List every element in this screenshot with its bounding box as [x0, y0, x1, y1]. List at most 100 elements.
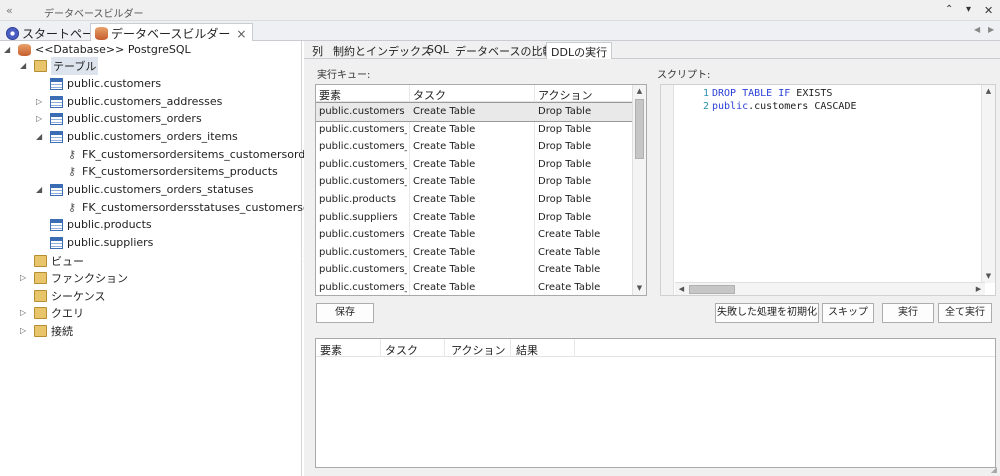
column-header-action[interactable]: アクション — [538, 87, 592, 103]
skip-button[interactable]: スキップ — [822, 303, 874, 323]
tab-execute-ddl[interactable]: DDLの実行 — [546, 42, 613, 59]
queue-cell-task: Create Table — [413, 264, 476, 276]
tree-folder-queries[interactable]: ▷ クエリ — [20, 304, 84, 321]
tree-folder-tables[interactable]: ◢ テーブル — [20, 56, 99, 75]
queue-cell-element: public.customers_... — [319, 176, 407, 188]
queue-row[interactable]: public.customers_... Create Table Create T… — [316, 279, 634, 295]
window-title: データベースビルダー — [44, 9, 144, 20]
queue-cell-task: Create Table — [413, 158, 476, 170]
scroll-thumb[interactable] — [635, 99, 644, 159]
queue-cell-action: Create Table — [538, 264, 601, 276]
tree-item-table[interactable]: public.products — [50, 216, 152, 233]
scroll-up-icon[interactable]: ▲ — [633, 85, 646, 98]
tree-folder-connections[interactable]: ▷ 接続 — [20, 322, 73, 339]
scroll-tabs-right-icon[interactable]: ▶ — [988, 25, 994, 34]
tree-item-label: public.customers_orders_statuses — [67, 183, 254, 196]
dropdown-icon[interactable]: ▾ — [966, 4, 971, 15]
column-header-element[interactable]: 要素 — [319, 87, 341, 103]
queue-row[interactable]: public.customers_... Create Table Drop Tab… — [316, 138, 634, 156]
queue-row[interactable]: public.customers_... Create Table Drop Tab… — [316, 121, 634, 139]
tab-columns[interactable]: 列 — [308, 42, 327, 59]
queue-row[interactable]: public.products Create Table Drop Table — [316, 191, 634, 209]
execute-all-button[interactable]: 全て実行 — [938, 303, 992, 323]
scroll-right-icon[interactable]: ▶ — [972, 283, 985, 295]
queue-vertical-scrollbar[interactable]: ▲ ▼ — [632, 85, 646, 295]
tree-folder-sequences[interactable]: シーケンス — [34, 287, 105, 304]
tree-item-table[interactable]: public.suppliers — [50, 234, 153, 251]
execute-button[interactable]: 実行 — [882, 303, 934, 323]
scroll-thumb[interactable] — [689, 285, 735, 294]
tree-item-table[interactable]: ◢ public.customers_orders_items — [36, 128, 238, 145]
tree-item-foreign-key[interactable]: ⚷ FK_customersordersitems_customersorder… — [66, 146, 322, 163]
save-button[interactable]: 保存 — [316, 303, 374, 323]
collapse-arrow-icon[interactable]: ◢ — [36, 128, 46, 145]
queue-cell-action: Drop Table — [538, 194, 592, 205]
queue-row[interactable]: public.customers_... Create Table Create T… — [316, 244, 634, 262]
queue-cell-task: Create Table — [413, 211, 476, 223]
queue-grid-header: 要素 タスク アクション — [316, 85, 634, 102]
column-header-action[interactable]: アクション — [451, 342, 505, 358]
queue-cell-action: Create Table — [538, 229, 601, 241]
queue-row[interactable]: public.customers_... Create Table Drop Tab… — [316, 173, 634, 191]
table-icon — [50, 95, 63, 108]
queue-row[interactable]: public.customers Create Table Drop Table — [316, 102, 635, 122]
tab-database-builder[interactable]: データベースビルダー × — [90, 23, 254, 41]
tab-database-compare[interactable]: データベースの比較 — [451, 42, 557, 59]
queue-row[interactable]: public.suppliers Create Table Drop Table — [316, 209, 634, 227]
queue-cell-action: Drop Table — [538, 123, 592, 135]
tree-folder-views[interactable]: ビュー — [34, 252, 84, 269]
collapse-panel-icon[interactable]: « — [6, 4, 13, 17]
tree-folder-label: ビュー — [51, 254, 84, 268]
expand-arrow-icon[interactable]: ▷ — [20, 304, 30, 321]
column-header-result[interactable]: 結果 — [516, 342, 538, 358]
scroll-down-icon[interactable]: ▼ — [633, 282, 646, 295]
code-keyword: public — [712, 101, 749, 112]
close-window-icon[interactable]: ✕ — [984, 4, 993, 17]
results-grid[interactable]: 要素 タスク アクション 結果 — [315, 338, 996, 468]
tree-root[interactable]: ◢ <<Database>> PostgreSQL — [4, 41, 191, 58]
queue-cell-task: Create Table — [413, 123, 476, 135]
column-header-element[interactable]: 要素 — [320, 342, 342, 358]
expand-arrow-icon[interactable]: ▷ — [20, 322, 30, 339]
tree-item-table[interactable]: ◢ public.customers_orders_statuses — [36, 181, 254, 198]
script-horizontal-scrollbar[interactable]: ◀ ▶ — [675, 282, 985, 295]
close-tab-icon[interactable]: × — [236, 27, 246, 41]
script-vertical-scrollbar[interactable]: ▲ ▼ — [981, 85, 995, 283]
collapse-arrow-icon[interactable]: ◢ — [36, 181, 46, 198]
tree-folder-functions[interactable]: ▷ ファンクション — [20, 269, 128, 286]
queue-row[interactable]: public.customers_... Create Table Create T… — [316, 261, 634, 279]
resize-grip-icon[interactable]: ◢ — [991, 465, 997, 474]
expand-arrow-icon[interactable]: ▷ — [36, 93, 46, 110]
column-header-task[interactable]: タスク — [385, 342, 418, 358]
restore-icon[interactable]: ⌃ — [945, 4, 953, 15]
tree-item-label: public.products — [67, 218, 152, 231]
collapse-arrow-icon[interactable]: ◢ — [20, 57, 30, 74]
column-header-task[interactable]: タスク — [413, 87, 446, 103]
folder-icon — [34, 271, 47, 284]
queue-cell-task: Create Table — [413, 282, 476, 293]
queue-row[interactable]: public.customers Create Table Create Table — [316, 226, 634, 244]
tree-item-foreign-key[interactable]: ⚷ FK_customersordersitems_products — [66, 163, 278, 180]
builder-sub-tabs: 列 制約とインデックス SQL データベースの比較 DDLの実行 — [304, 41, 1000, 59]
table-icon — [50, 218, 63, 231]
scroll-up-icon[interactable]: ▲ — [982, 85, 995, 98]
tree-folder-label: クエリ — [51, 306, 84, 320]
tree-folder-label: シーケンス — [51, 289, 106, 303]
table-icon — [50, 112, 63, 125]
script-editor[interactable]: 1 DROP TABLE IF EXISTS 2 public.customers … — [660, 84, 996, 296]
expand-arrow-icon[interactable]: ▷ — [20, 269, 30, 286]
tab-sql[interactable]: SQL — [423, 42, 453, 59]
queue-row[interactable]: public.customers_... Create Table Drop Tab… — [316, 156, 634, 174]
scroll-left-icon[interactable]: ◀ — [675, 283, 688, 295]
collapse-arrow-icon[interactable]: ◢ — [4, 41, 14, 58]
tree-item-table[interactable]: ▷ public.customers_addresses — [36, 93, 222, 110]
tree-item-table[interactable]: public.customers — [50, 75, 161, 92]
scroll-tabs-left-icon[interactable]: ◀ — [974, 25, 980, 34]
reset-failed-button[interactable]: 失敗した処理を初期化 — [715, 303, 819, 323]
execution-queue-grid[interactable]: 要素 タスク アクション public.customers Create Tabl… — [315, 84, 647, 296]
tree-item-table[interactable]: ▷ public.customers_orders — [36, 110, 202, 127]
tab-constraints-indexes[interactable]: 制約とインデックス — [329, 42, 436, 59]
tree-item-foreign-key[interactable]: ⚷ FK_customersordersstatuses_customersor… — [66, 199, 338, 216]
start-page-icon — [6, 26, 19, 40]
expand-arrow-icon[interactable]: ▷ — [36, 110, 46, 127]
